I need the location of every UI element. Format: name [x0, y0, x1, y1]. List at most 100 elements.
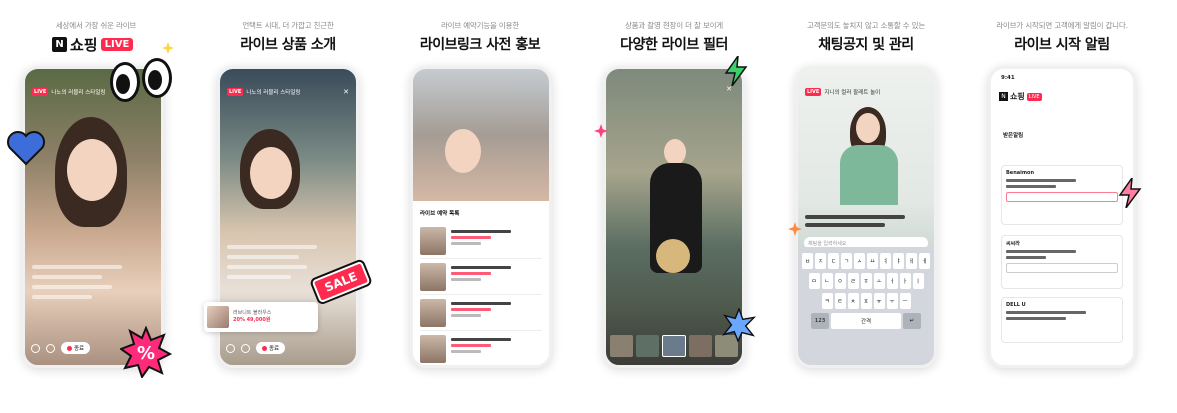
keyboard-key[interactable]: ㅑ — [893, 253, 904, 269]
list-item[interactable] — [420, 227, 542, 259]
keyboard-key[interactable]: ㅗ — [873, 273, 885, 289]
chat-line — [227, 265, 307, 269]
stop-label: 종료 — [74, 346, 85, 352]
person-face — [445, 129, 481, 173]
stop-button[interactable]: 종료 — [256, 342, 286, 354]
keyboard-key[interactable]: ㅊ — [847, 293, 859, 309]
item-thumbnail — [420, 299, 446, 327]
item-thumbnail — [420, 335, 446, 363]
filter-strip — [610, 335, 738, 357]
keyboard-key[interactable]: ㅈ — [815, 253, 826, 269]
rec-dot-icon — [262, 345, 267, 351]
item-text — [451, 227, 542, 258]
product-card[interactable]: 러브니트 블라우스 20% 49,000원 — [204, 302, 318, 332]
keyboard-key[interactable]: ㄱ — [841, 253, 852, 269]
list-item[interactable] — [420, 299, 542, 331]
chat-line — [227, 255, 299, 259]
notification-card[interactable]: 씨씨라 — [1001, 235, 1123, 289]
key-return[interactable]: ↵ — [903, 313, 921, 329]
chat-input-placeholder: 채팅을 입력하세요 — [808, 240, 847, 247]
app-header: N 쇼핑 LIVE — [999, 91, 1125, 102]
keyboard-key[interactable]: ㅜ — [886, 293, 898, 309]
keyboard: ㅂㅈㄷㄱㅅㅛㅕㅑㅐㅔ ㅁㄴㅇㄹㅎㅗㅓㅏㅣ ㅋㅌㅊㅍㅠㅜㅡ 123 간격 ↵ — [798, 247, 934, 365]
keyboard-key[interactable]: ㅐ — [906, 253, 917, 269]
keyboard-row-4: 123 간격 ↵ — [802, 313, 930, 329]
filter-icon[interactable] — [31, 343, 40, 353]
person-face — [67, 139, 117, 201]
keyboard-key[interactable]: ㅇ — [834, 273, 846, 289]
item-text — [451, 299, 542, 330]
title-3: 라이브링크 사전 홍보 — [419, 37, 541, 53]
caption-2: 언택트 시대, 더 가깝고 친근한 — [242, 21, 334, 30]
product-info: 러브니트 블라우스 20% 49,000원 — [233, 310, 271, 324]
live-tag: LIVE — [32, 88, 49, 96]
filter-icon[interactable] — [226, 343, 235, 353]
googly-eyes-sticker — [110, 58, 180, 108]
notification-card[interactable]: Benaimon — [1001, 165, 1123, 225]
caption-5: 고객문의도 놓치지 않고 소통할 수 있는 — [806, 21, 926, 30]
filter-thumb[interactable] — [661, 335, 687, 357]
phone-live-stream-1: LIVE 나노의 러블리 스타일링 ✕ 종료 — [22, 66, 164, 368]
filter-thumb[interactable] — [635, 335, 659, 357]
item-thumbnail — [420, 227, 446, 255]
title-5: 채팅공지 및 관리 — [818, 37, 914, 53]
person-face — [856, 113, 880, 143]
keyboard-key[interactable]: ㅡ — [899, 293, 911, 309]
lightning-icon — [724, 56, 748, 86]
alert-tab[interactable]: 받은알림 — [1003, 131, 1023, 139]
filter-thumb[interactable] — [610, 335, 633, 357]
chat-icon[interactable] — [241, 343, 250, 353]
rec-dot-icon — [67, 345, 72, 351]
stop-button[interactable]: 종료 — [61, 342, 91, 354]
notification-sender: DELL U — [1006, 302, 1026, 308]
filter-thumb[interactable] — [689, 335, 713, 357]
logo-brand: 쇼핑 — [70, 36, 98, 54]
keyboard-key[interactable]: ㄷ — [828, 253, 839, 269]
keyboard-key[interactable]: ㅓ — [886, 273, 898, 289]
keyboard-key[interactable]: ㅅ — [854, 253, 865, 269]
notice-line — [805, 215, 905, 219]
notification-action-button[interactable] — [1006, 192, 1118, 202]
sparkle-icon — [594, 124, 608, 138]
close-icon[interactable]: ✕ — [343, 88, 349, 96]
keyboard-key[interactable]: ㄹ — [847, 273, 859, 289]
close-icon[interactable]: ✕ — [726, 85, 732, 93]
caption-6: 라이브가 시작되면 고객에게 알림이 갑니다. — [996, 21, 1128, 30]
keyboard-key[interactable]: ㅔ — [919, 253, 930, 269]
chat-line — [32, 275, 102, 279]
notification-action-button[interactable] — [1006, 263, 1118, 273]
stream-title: 나노의 러블리 스타일링 — [246, 90, 301, 96]
product-price: 49,000원 — [246, 317, 271, 323]
key-space[interactable]: 간격 — [831, 313, 901, 329]
item-text — [451, 335, 542, 365]
lightning-icon — [1118, 178, 1142, 208]
phone-reservation-list: 라이브 예약 목록 — [410, 66, 552, 368]
keyboard-key[interactable]: ㅁ — [808, 273, 820, 289]
keyboard-key[interactable]: ㅌ — [834, 293, 846, 309]
naver-n-icon: N — [999, 92, 1008, 101]
person-face — [250, 147, 292, 199]
keyboard-key[interactable]: ㅂ — [802, 253, 813, 269]
keyboard-key[interactable]: ㅋ — [821, 293, 833, 309]
chat-line — [227, 245, 317, 249]
list-item[interactable] — [420, 335, 542, 365]
notification-card[interactable]: DELL U — [1001, 297, 1123, 343]
keyboard-key[interactable]: ㅣ — [912, 273, 924, 289]
list-item[interactable] — [420, 263, 542, 295]
chat-line — [32, 265, 122, 269]
keyboard-key[interactable]: ㅛ — [867, 253, 878, 269]
live-tag: LIVE — [227, 88, 244, 96]
chat-icon[interactable] — [46, 343, 55, 353]
keyboard-key[interactable]: ㅠ — [873, 293, 885, 309]
preview-video — [413, 69, 549, 201]
keyboard-key[interactable]: ㅍ — [860, 293, 872, 309]
notification-sender: Benaimon — [1006, 170, 1035, 176]
key-numbers[interactable]: 123 — [811, 313, 829, 329]
chat-line — [32, 285, 112, 289]
keyboard-key[interactable]: ㅏ — [899, 273, 911, 289]
keyboard-key[interactable]: ㅕ — [880, 253, 891, 269]
keyboard-key[interactable]: ㄴ — [821, 273, 833, 289]
straw-hat — [656, 239, 690, 273]
keyboard-key[interactable]: ㅎ — [860, 273, 872, 289]
stream-title: 지니의 컬러 팔레트 놀이 — [824, 90, 881, 96]
